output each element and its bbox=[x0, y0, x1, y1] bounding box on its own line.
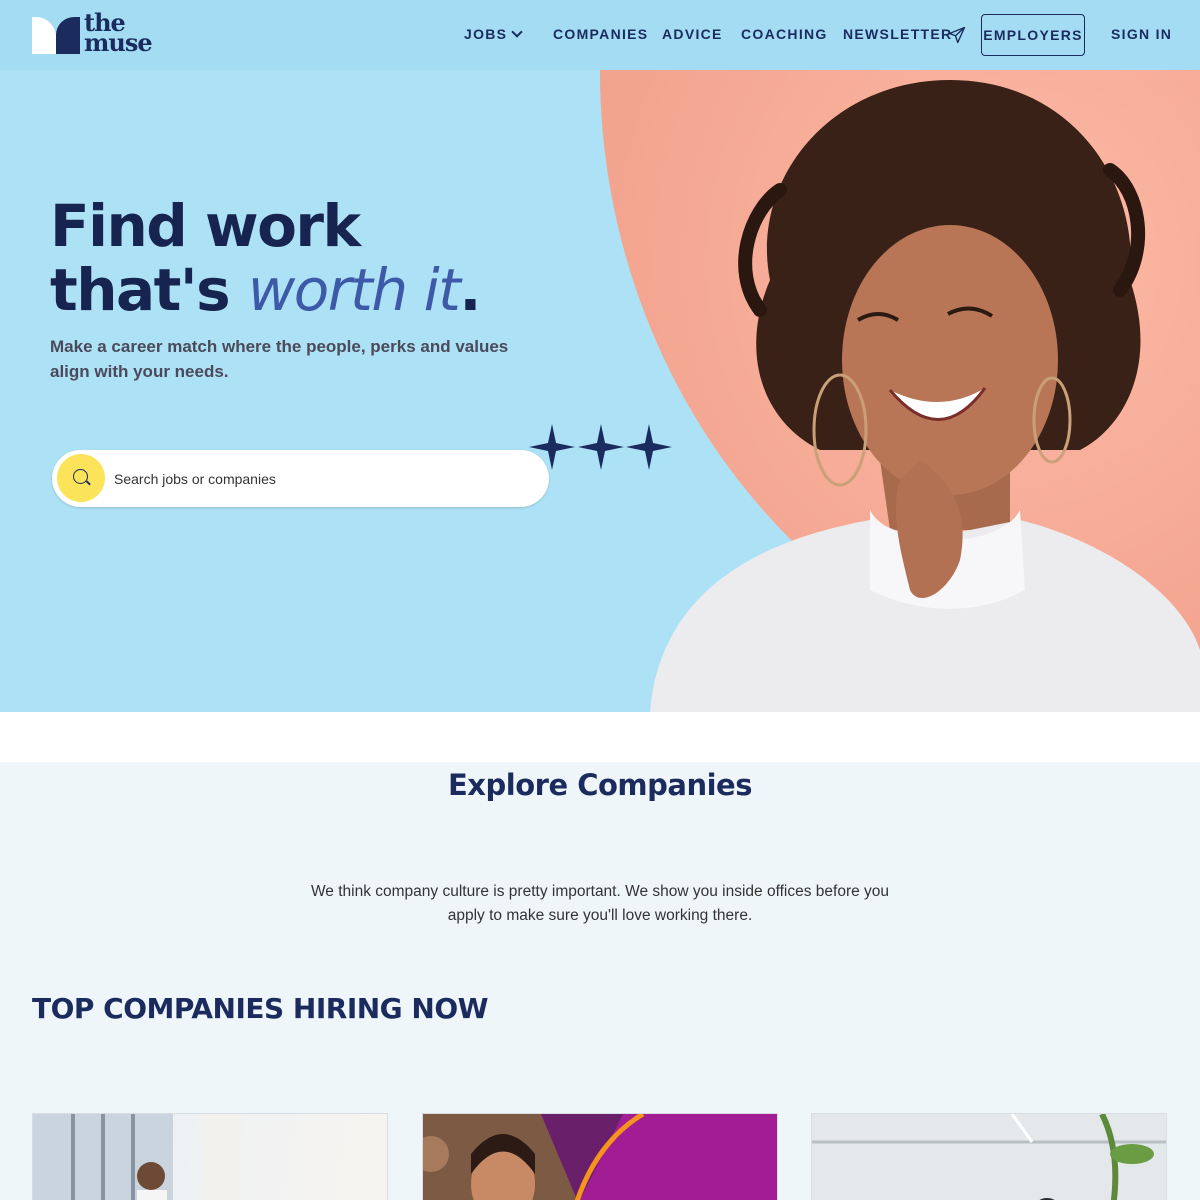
nav-coaching[interactable]: COACHING bbox=[741, 26, 828, 42]
chevron-down-icon bbox=[511, 26, 523, 38]
the-muse-logo[interactable]: the muse bbox=[32, 11, 153, 57]
hero-subtitle: Make a career match where the people, pe… bbox=[50, 337, 509, 381]
company-card-image bbox=[812, 1114, 1166, 1200]
logo-mark-right bbox=[56, 17, 80, 54]
company-card[interactable] bbox=[811, 1113, 1167, 1200]
site-header: the muse JOBS COMPANIES ADVICE COACHING … bbox=[0, 0, 1200, 70]
company-card-image bbox=[423, 1114, 777, 1200]
employers-button[interactable]: EMPLOYERS bbox=[981, 14, 1085, 56]
headline-line-1: Find work bbox=[50, 192, 361, 260]
sparkle-decoration-icon bbox=[529, 424, 672, 470]
nav-jobs[interactable]: JOBS bbox=[464, 26, 523, 42]
section-divider bbox=[0, 712, 1200, 762]
search-bar bbox=[52, 450, 549, 507]
headline-line-2: that's bbox=[50, 256, 248, 324]
hero-person-image bbox=[650, 80, 1200, 712]
sign-in-link[interactable]: SIGN IN bbox=[1111, 26, 1172, 42]
search-icon-handle bbox=[86, 480, 91, 486]
logo-mark-left bbox=[32, 17, 56, 54]
explore-companies-title: Explore Companies bbox=[448, 768, 752, 802]
search-button[interactable] bbox=[57, 454, 105, 502]
headline-accent: worth it bbox=[247, 256, 461, 324]
top-companies-title: TOP COMPANIES HIRING NOW bbox=[32, 992, 489, 1025]
nav-advice[interactable]: ADVICE bbox=[662, 26, 723, 42]
nav-companies[interactable]: COMPANIES bbox=[553, 26, 648, 42]
hero-section: Find work that's worth it. Make a career… bbox=[0, 70, 1200, 712]
logo-wordmark: the muse bbox=[84, 11, 153, 57]
headline-period: . bbox=[459, 256, 481, 324]
hero-headline: Find work that's worth it. bbox=[50, 192, 481, 324]
search-input[interactable] bbox=[114, 450, 534, 507]
company-card-image bbox=[33, 1114, 239, 1200]
paper-plane-icon[interactable] bbox=[948, 26, 966, 44]
company-card[interactable] bbox=[422, 1113, 778, 1200]
nav-jobs-label: JOBS bbox=[464, 26, 508, 42]
nav-newsletter[interactable]: NEWSLETTER bbox=[843, 26, 952, 42]
company-card[interactable] bbox=[32, 1113, 388, 1200]
logo-word-muse: muse bbox=[84, 28, 153, 57]
explore-companies-description: We think company culture is pretty impor… bbox=[310, 883, 890, 924]
